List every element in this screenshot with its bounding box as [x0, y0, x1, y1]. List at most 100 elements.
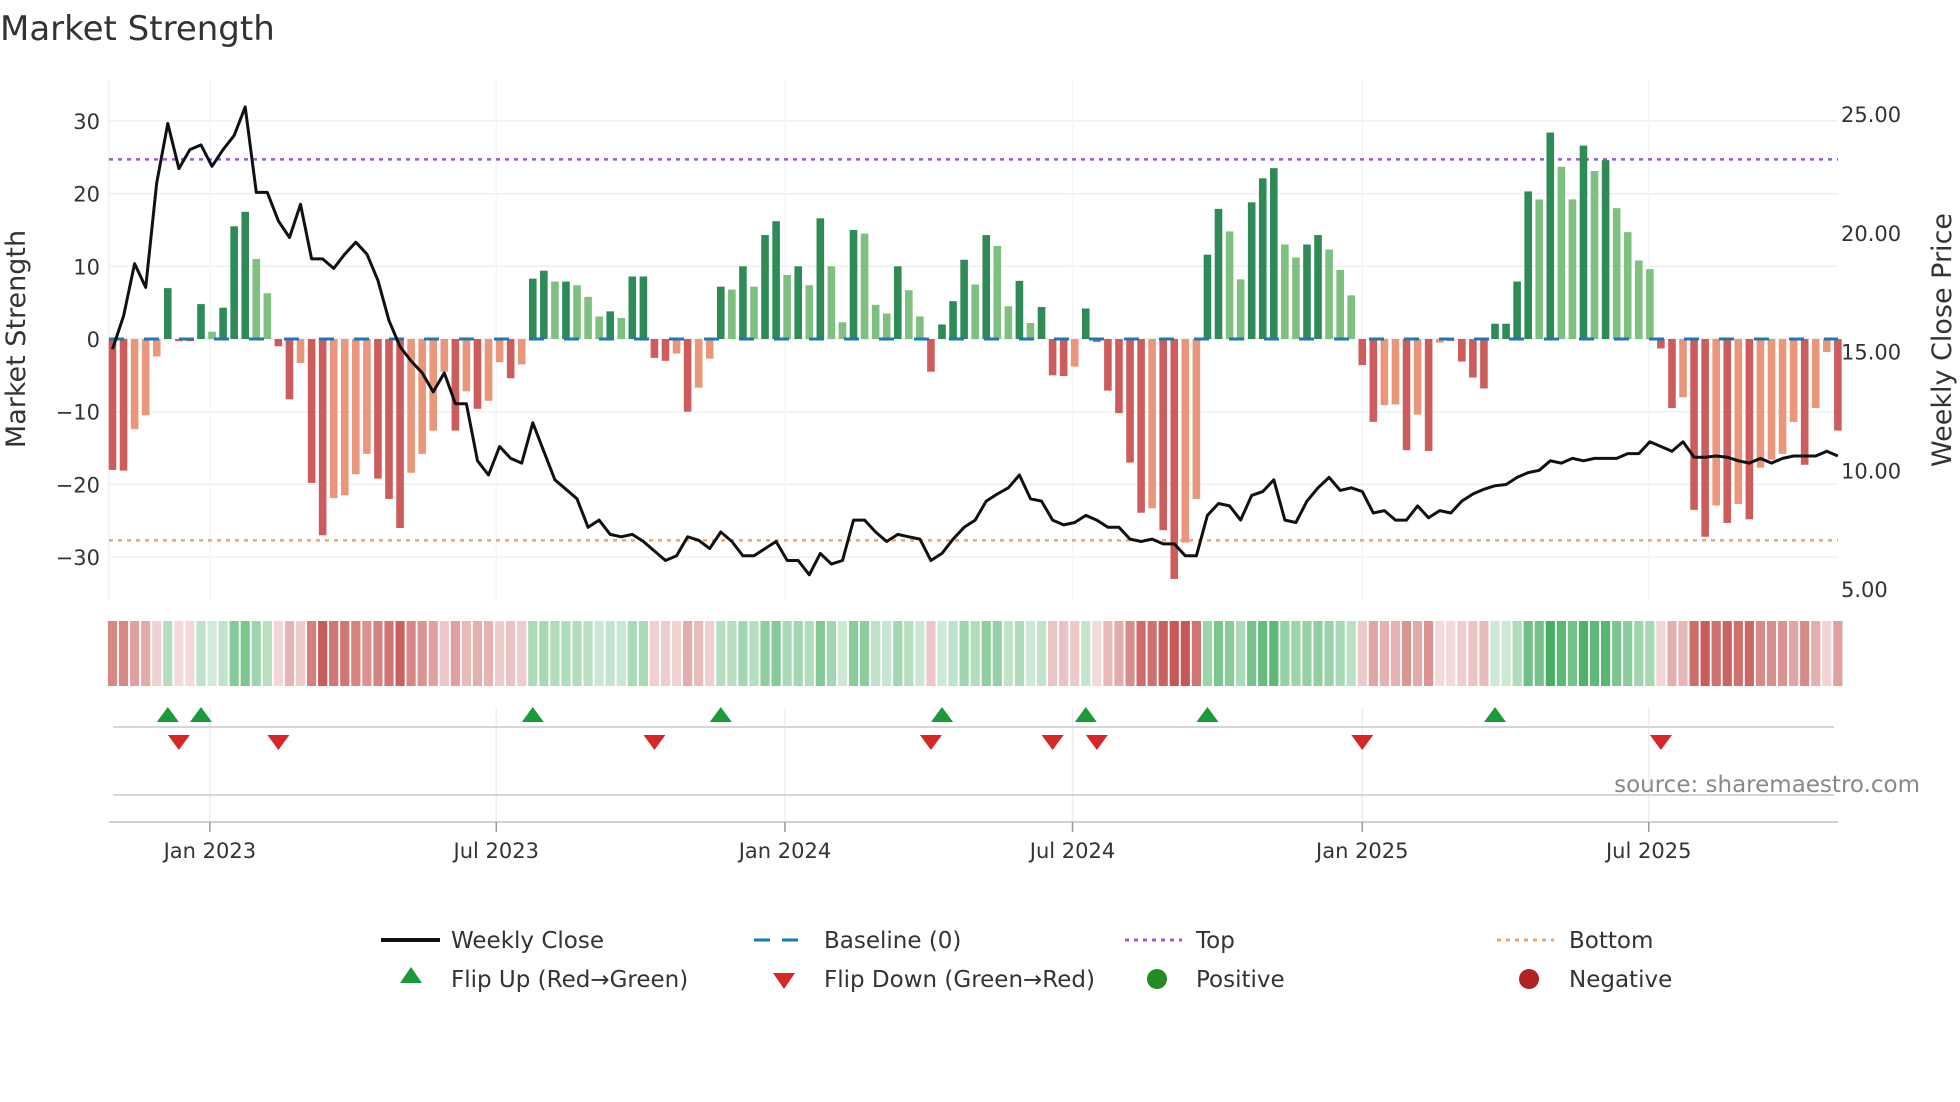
source-note: source: sharemaestro.com: [1614, 772, 1920, 798]
strength-bar: [595, 316, 603, 339]
heatmap-cell: [1678, 621, 1688, 686]
heatmap-cell: [1755, 621, 1766, 686]
heatmap-cell: [970, 621, 980, 686]
strength-bar: [584, 296, 592, 339]
strength-bar: [1380, 339, 1389, 406]
heatmap-cell: [815, 621, 825, 686]
heatmap-cell: [1612, 621, 1622, 686]
heatmap-cell: [373, 621, 383, 686]
left-tick-label: 20: [73, 183, 100, 207]
strength-bar: [296, 339, 305, 363]
strength-bar: [1203, 254, 1212, 339]
heatmap-cell: [1258, 621, 1268, 686]
heatmap-cell: [1811, 621, 1821, 686]
strength-bar: [274, 339, 283, 347]
strength-bar: [1258, 178, 1267, 339]
strength-bar: [628, 276, 637, 339]
strength-bar: [1402, 339, 1411, 451]
strength-bar: [683, 339, 692, 412]
strength-bar: [1612, 208, 1621, 339]
right-tick-label: 15.00: [1841, 341, 1901, 365]
left-tick-label: 10: [73, 255, 100, 279]
chart-title: Market Strength: [0, 9, 275, 49]
strength-bar: [694, 339, 703, 388]
heatmap-cell: [118, 621, 129, 686]
heatmap-cell: [1800, 621, 1810, 686]
heatmap-cell: [1667, 621, 1677, 686]
heatmap-cell: [1634, 621, 1644, 686]
heatmap-cell: [340, 621, 350, 686]
heatmap-cell: [716, 621, 726, 686]
strength-bar: [1126, 339, 1134, 463]
strength-bar: [252, 259, 261, 339]
strength-bar: [982, 235, 991, 339]
left-tick-label: −10: [56, 401, 100, 425]
strength-bar: [1026, 323, 1035, 339]
heatmap-cell: [461, 621, 472, 686]
heatmap-cell: [705, 621, 715, 686]
strength-bar: [772, 221, 780, 339]
heatmap-cell: [572, 621, 582, 686]
strength-bar: [473, 339, 482, 409]
strength-bar: [938, 324, 946, 339]
heatmap-cell: [1645, 621, 1655, 686]
strength-bar: [1192, 339, 1201, 499]
heatmap-cell: [517, 621, 527, 686]
heatmap-cell: [694, 621, 704, 686]
legend-item-bottom: Bottom: [1497, 928, 1653, 954]
heatmap-cell: [1789, 621, 1799, 686]
positive-dot-icon: [1147, 969, 1167, 989]
svg-text:Baseline (0): Baseline (0): [824, 928, 961, 954]
heatmap-cell: [1589, 621, 1600, 686]
heatmap-cell: [616, 621, 626, 686]
heatmap-cell: [1025, 621, 1036, 686]
heatmap-cell: [859, 621, 870, 686]
left-axis-title: Market Strength: [1, 230, 32, 448]
strength-bar: [540, 270, 548, 339]
strength-bar: [1712, 339, 1720, 506]
strength-bar: [1413, 339, 1422, 415]
heatmap-cell: [1401, 621, 1412, 686]
heatmap-cell: [472, 621, 483, 686]
heatmap-cell: [185, 621, 195, 686]
right-tick-label: 10.00: [1841, 459, 1901, 483]
strength-bar: [761, 235, 769, 339]
flip-down-marker: [1041, 735, 1064, 750]
strength-bar: [1347, 295, 1356, 339]
x-tick-label: Jan 2023: [162, 839, 257, 863]
strength-bar: [1723, 339, 1732, 523]
strength-bar: [130, 339, 139, 430]
heatmap-cell: [904, 621, 914, 686]
strength-bar: [838, 322, 847, 339]
strength-bar: [893, 266, 902, 339]
heatmap-cell: [483, 621, 494, 686]
heatmap-cell: [174, 621, 184, 686]
strength-bar: [1358, 339, 1367, 366]
heatmap-cell: [1280, 621, 1290, 686]
strength-bar: [617, 317, 626, 339]
strength-bar: [1679, 339, 1687, 398]
negative-dot-icon: [1519, 969, 1539, 989]
strength-bar: [1325, 249, 1333, 339]
heatmap-cell: [428, 621, 438, 686]
svg-text:Weekly Close: Weekly Close: [451, 928, 604, 954]
heatmap-cell: [318, 621, 328, 686]
heatmap-cell: [1125, 621, 1135, 686]
market-strength-chart: Market Strength 30 20 10 0 −10 −20 −30 25.00 20…: [0, 9, 1958, 993]
strength-bar: [728, 289, 736, 339]
flip-down-marker: [1085, 735, 1108, 750]
strength-bar: [1159, 339, 1167, 531]
strength-bar: [1491, 323, 1499, 339]
right-tick-label: 25.00: [1841, 103, 1901, 127]
strength-bar: [1756, 339, 1765, 468]
heatmap-cell: [594, 621, 604, 686]
right-axis-ticks: 25.00 20.00 15.00 10.00 5.00: [1841, 103, 1901, 602]
strength-bar: [1690, 339, 1698, 510]
heatmap-cell: [1446, 621, 1456, 686]
svg-text:Top: Top: [1195, 928, 1235, 954]
heatmap-cell: [1114, 621, 1124, 686]
strength-bar: [484, 339, 493, 401]
flip-up-marker: [521, 707, 544, 722]
flip-up-marker: [1484, 707, 1506, 722]
heatmap-cell: [660, 621, 671, 686]
